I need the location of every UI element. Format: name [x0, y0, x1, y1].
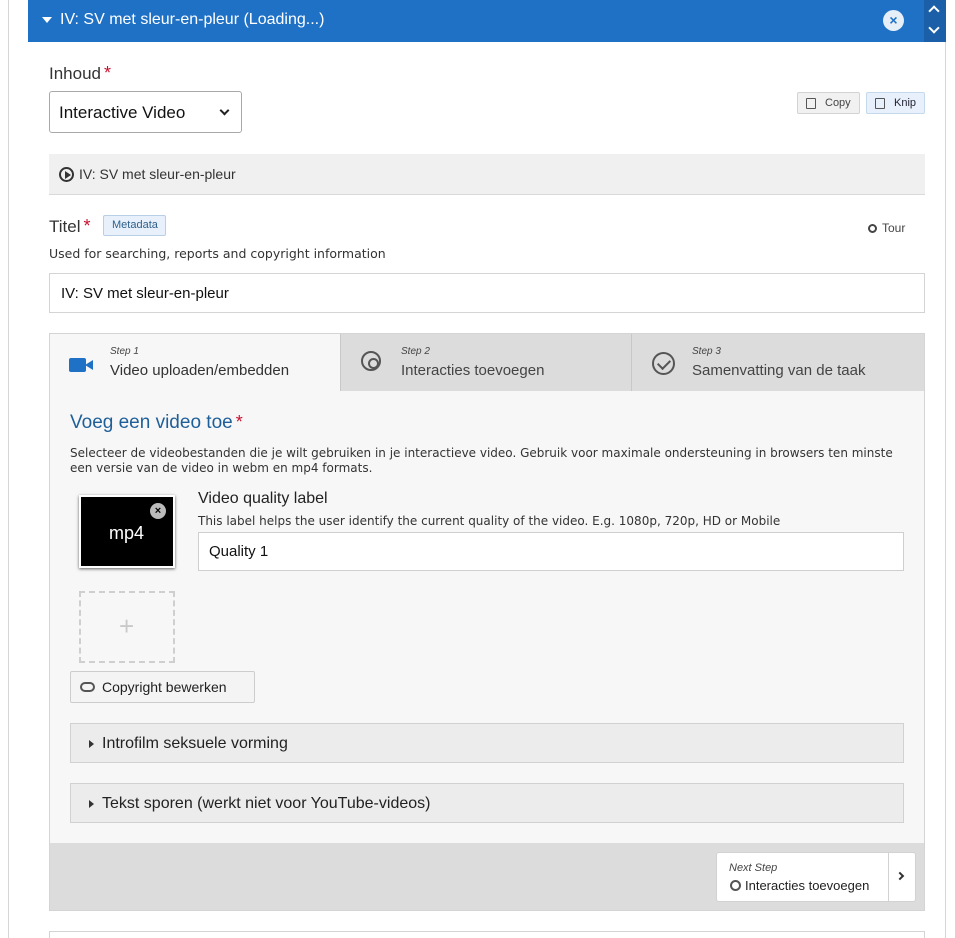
wizard-footer: Next Step Interacties toevoegen: [50, 843, 924, 910]
check-circle-icon: [652, 352, 675, 375]
add-video-button[interactable]: +: [79, 591, 175, 663]
titel-value: IV: SV met sleur-en-pleur: [61, 285, 229, 302]
tour-button[interactable]: Tour: [868, 221, 905, 235]
titel-input[interactable]: IV: SV met sleur-en-pleur: [49, 273, 925, 313]
collapse-caret-icon[interactable]: [42, 17, 52, 23]
video-file-thumbnail[interactable]: mp4 ×: [79, 495, 175, 568]
content-title-bar[interactable]: IV: SV met sleur-en-pleur (Loading...) ×: [28, 0, 946, 42]
tab-step-3[interactable]: Step 3 Samenvatting van de taak: [632, 334, 924, 391]
content-type-value: Interactive Video: [59, 103, 186, 122]
play-icon: [59, 167, 74, 182]
quality-label: Video quality label: [198, 490, 328, 507]
chevron-right-icon: [895, 871, 905, 881]
caret-right-icon: [89, 740, 94, 748]
section-title: Voeg een video toe *: [70, 412, 243, 433]
handshake-icon: [80, 682, 95, 692]
chevron-down-icon: [219, 105, 230, 116]
move-down-icon[interactable]: [928, 22, 940, 34]
divider: [888, 853, 889, 901]
video-camera-icon: [69, 358, 93, 372]
quality-input[interactable]: Quality 1: [198, 532, 904, 571]
tab-step-2[interactable]: Step 2 Interacties toevoegen: [341, 334, 632, 391]
quality-description: This label helps the user identify the c…: [198, 514, 781, 528]
content-header-title: IV: SV met sleur-en-pleur: [79, 166, 236, 182]
metadata-button[interactable]: Metadata: [103, 215, 166, 236]
remove-icon[interactable]: ×: [883, 10, 904, 31]
copyright-button[interactable]: Copyright bewerken: [70, 671, 255, 703]
reorder-control[interactable]: [924, 0, 946, 42]
tour-icon: [868, 224, 877, 233]
content-type-select[interactable]: Interactive Video: [49, 91, 242, 133]
titel-description: Used for searching, reports and copyrigh…: [49, 246, 386, 261]
wizard-tabs: Step 1 Video uploaden/embedden Step 2 In…: [50, 334, 924, 391]
move-up-icon[interactable]: [928, 5, 940, 17]
collapsible-tekst-sporen[interactable]: Tekst sporen (werkt niet voor YouTube-vi…: [70, 783, 904, 823]
copy-icon: [806, 98, 816, 109]
inhoud-label: Inhoud *: [49, 63, 112, 83]
video-format: mp4: [109, 523, 145, 543]
plus-icon: +: [119, 611, 135, 641]
content-title: IV: SV met sleur-en-pleur (Loading...): [60, 11, 325, 28]
next-step-button[interactable]: Next Step Interacties toevoegen: [716, 852, 916, 902]
collapsible-introfilm[interactable]: Introfilm seksuele vorming: [70, 723, 904, 763]
clipboard-icon: [875, 98, 885, 109]
cut-button[interactable]: Knip: [866, 92, 925, 114]
section-description: Selecteer de videobestanden die je wilt …: [70, 446, 893, 475]
caret-right-icon: [89, 800, 94, 808]
touch-icon: [730, 880, 741, 891]
copy-button[interactable]: Copy: [797, 92, 860, 114]
wizard-panel: Step 1 Video uploaden/embedden Step 2 In…: [49, 333, 925, 911]
titel-label: Titel *: [49, 216, 91, 236]
next-section-edge: [49, 931, 925, 938]
quality-value: Quality 1: [209, 543, 269, 560]
touch-icon: [361, 351, 381, 371]
remove-file-icon[interactable]: ×: [150, 503, 166, 519]
tab-step-1[interactable]: Step 1 Video uploaden/embedden: [50, 334, 341, 391]
content-header: IV: SV met sleur-en-pleur: [49, 154, 925, 195]
